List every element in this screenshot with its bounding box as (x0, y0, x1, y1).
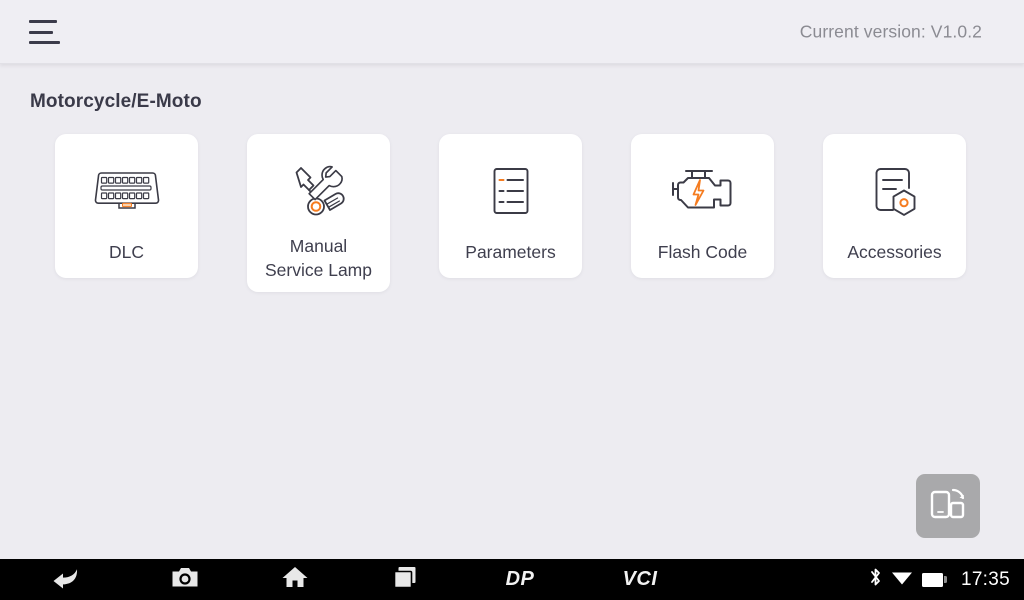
vci-button[interactable]: VCI (580, 559, 700, 600)
back-arrow-icon (50, 565, 80, 594)
hamburger-line-2 (29, 30, 53, 34)
battery-icon (921, 572, 947, 587)
recents-icon (392, 565, 418, 594)
dp-logo: DP (505, 568, 535, 590)
wrench-screwdriver-icon (283, 160, 355, 224)
document-list-icon (475, 160, 547, 224)
document-hex-nut-icon (859, 160, 931, 224)
clock-label: 17:35 (960, 568, 1010, 590)
obd-connector-icon (91, 160, 163, 224)
recents-button[interactable] (350, 559, 460, 600)
status-tray: 17:35 (869, 559, 1010, 600)
vci-logo: VCI (622, 568, 658, 590)
hamburger-line-1 (29, 20, 57, 23)
current-version-label: Current version: V1.0.2 (799, 21, 982, 41)
page-title: Motorcycle/E-Moto (30, 91, 202, 112)
top-header-bar: Current version: V1.0.2 (0, 0, 1024, 64)
card-flash-code[interactable]: Flash Code (631, 134, 774, 279)
card-label-manual-service-lamp: Manual Service Lamp (265, 236, 372, 281)
bluetooth-icon (869, 567, 882, 592)
screen-rotate-button[interactable] (916, 474, 980, 538)
card-parameters[interactable]: Parameters (439, 134, 582, 279)
card-manual-service-lamp[interactable]: Manual Service Lamp (247, 134, 390, 293)
home-icon (281, 565, 309, 594)
back-button[interactable] (0, 559, 130, 600)
home-button[interactable] (240, 559, 350, 600)
card-accessories[interactable]: Accessories (823, 134, 966, 279)
card-label-parameters: Parameters (465, 242, 556, 262)
app-root: Current version: V1.0.2 Motorcycle/E-Mot… (0, 0, 1024, 600)
battery-tip (943, 576, 947, 583)
wifi-icon (891, 568, 913, 591)
function-card-grid: DLC Manual Service Lamp Parameters Flash… (55, 134, 966, 293)
battery-level (921, 572, 943, 587)
camera-button[interactable] (130, 559, 240, 600)
camera-icon (171, 565, 199, 594)
dp-button[interactable]: DP (460, 559, 580, 600)
card-dlc[interactable]: DLC (55, 134, 198, 279)
card-label-accessories: Accessories (847, 242, 942, 262)
hamburger-line-3 (29, 41, 60, 44)
card-label-dlc: DLC (108, 242, 144, 262)
check-engine-icon (667, 160, 739, 224)
screen-rotate-icon (928, 485, 968, 528)
card-label-flash-code: Flash Code (657, 242, 748, 262)
hamburger-menu-icon[interactable] (29, 17, 63, 47)
system-navigation-bar: DP VCI 17:35 (0, 559, 1024, 600)
